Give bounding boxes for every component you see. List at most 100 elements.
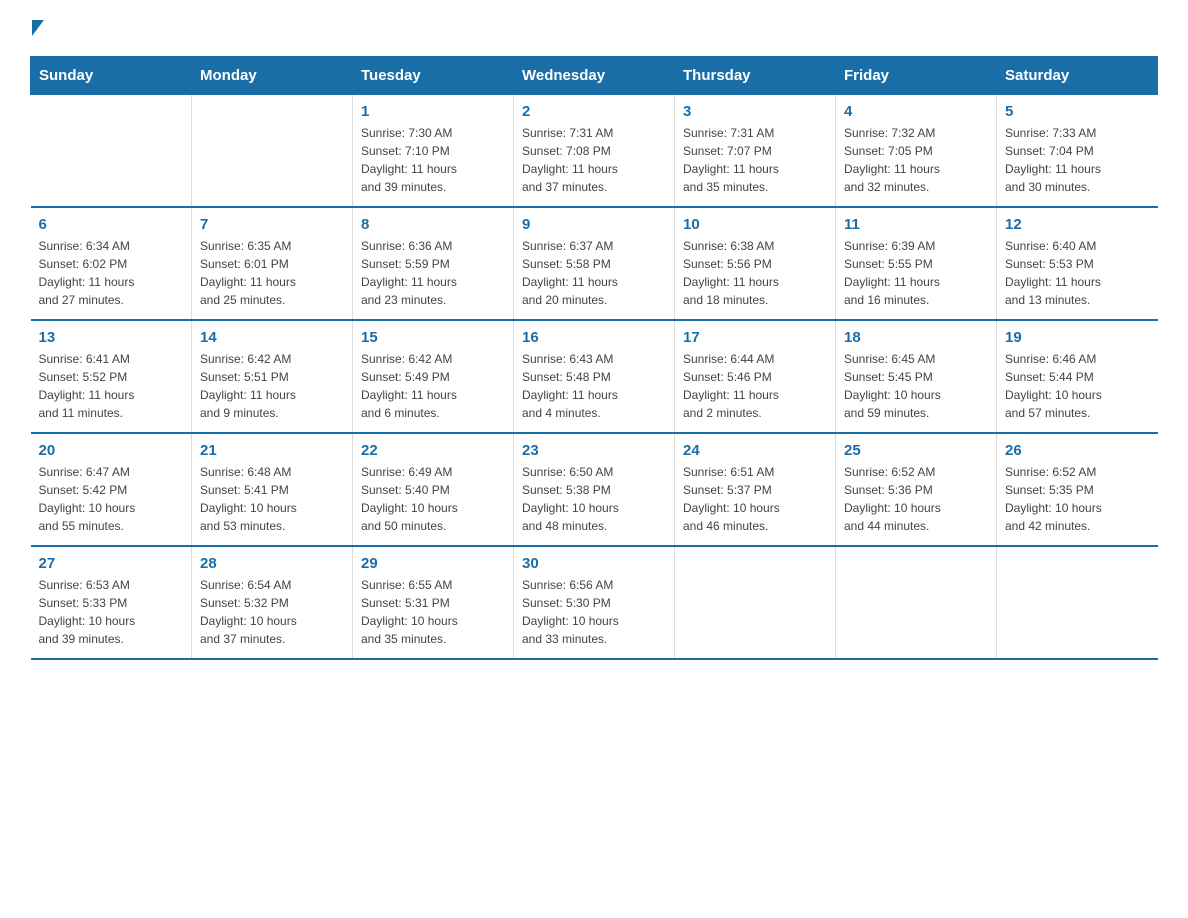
calendar-cell: 24Sunrise: 6:51 AMSunset: 5:37 PMDayligh…	[675, 433, 836, 546]
calendar-cell: 6 Sunrise: 6:34 AMSunset: 6:02 PMDaylight…	[31, 207, 192, 320]
calendar-cell: 22 Sunrise: 6:49 AMSunset: 5:40 PMDayligh…	[353, 433, 514, 546]
page-header	[30, 20, 1158, 40]
calendar-cell	[192, 95, 353, 208]
day-number: 4	[844, 103, 988, 120]
calendar-cell: 5 Sunrise: 7:33 AMSunset: 7:04 PMDaylight…	[997, 95, 1158, 208]
day-number: 23	[522, 442, 666, 459]
calendar-cell: 8 Sunrise: 6:36 AMSunset: 5:59 PMDaylight…	[353, 207, 514, 320]
calendar-cell: 2Sunrise: 7:31 AMSunset: 7:08 PMDaylight…	[514, 95, 675, 208]
day-info: Sunrise: 6:41 AMSunset: 5:52 PMDaylight:…	[39, 350, 184, 422]
calendar-cell: 19 Sunrise: 6:46 AMSunset: 5:44 PMDayligh…	[997, 320, 1158, 433]
day-number: 21	[200, 442, 344, 459]
calendar-cell: 9Sunrise: 6:37 AMSunset: 5:58 PMDaylight…	[514, 207, 675, 320]
calendar-cell: 7 Sunrise: 6:35 AMSunset: 6:01 PMDaylight…	[192, 207, 353, 320]
day-number: 9	[522, 216, 666, 233]
calendar-cell: 4 Sunrise: 7:32 AMSunset: 7:05 PMDaylight…	[836, 95, 997, 208]
day-info: Sunrise: 6:46 AMSunset: 5:44 PMDaylight:…	[1005, 350, 1150, 422]
day-number: 7	[200, 216, 344, 233]
calendar-cell: 26Sunrise: 6:52 AMSunset: 5:35 PMDayligh…	[997, 433, 1158, 546]
day-number: 19	[1005, 329, 1150, 346]
calendar-cell: 20 Sunrise: 6:47 AMSunset: 5:42 PMDayligh…	[31, 433, 192, 546]
day-number: 15	[361, 329, 505, 346]
day-info: Sunrise: 6:39 AMSunset: 5:55 PMDaylight:…	[844, 237, 988, 309]
calendar-cell	[31, 95, 192, 208]
day-info: Sunrise: 6:44 AMSunset: 5:46 PMDaylight:…	[683, 350, 827, 422]
calendar-week-row: 27Sunrise: 6:53 AMSunset: 5:33 PMDayligh…	[31, 546, 1158, 659]
calendar-cell: 28 Sunrise: 6:54 AMSunset: 5:32 PMDayligh…	[192, 546, 353, 659]
day-number: 6	[39, 216, 184, 233]
day-number: 5	[1005, 103, 1150, 120]
day-header-friday: Friday	[836, 57, 997, 95]
calendar-week-row: 20 Sunrise: 6:47 AMSunset: 5:42 PMDayligh…	[31, 433, 1158, 546]
calendar-cell: 16 Sunrise: 6:43 AMSunset: 5:48 PMDayligh…	[514, 320, 675, 433]
day-number: 16	[522, 329, 666, 346]
day-number: 28	[200, 555, 344, 572]
day-header-monday: Monday	[192, 57, 353, 95]
day-header-thursday: Thursday	[675, 57, 836, 95]
day-info: Sunrise: 6:42 AMSunset: 5:51 PMDaylight:…	[200, 350, 344, 422]
calendar-table: SundayMondayTuesdayWednesdayThursdayFrid…	[30, 56, 1158, 660]
day-info: Sunrise: 6:40 AMSunset: 5:53 PMDaylight:…	[1005, 237, 1150, 309]
calendar-week-row: 6 Sunrise: 6:34 AMSunset: 6:02 PMDaylight…	[31, 207, 1158, 320]
calendar-cell: 17 Sunrise: 6:44 AMSunset: 5:46 PMDayligh…	[675, 320, 836, 433]
day-info: Sunrise: 6:45 AMSunset: 5:45 PMDaylight:…	[844, 350, 988, 422]
day-number: 3	[683, 103, 827, 120]
day-header-wednesday: Wednesday	[514, 57, 675, 95]
day-number: 14	[200, 329, 344, 346]
day-info: Sunrise: 6:43 AMSunset: 5:48 PMDaylight:…	[522, 350, 666, 422]
calendar-cell	[997, 546, 1158, 659]
day-info: Sunrise: 6:34 AMSunset: 6:02 PMDaylight:…	[39, 237, 184, 309]
calendar-cell: 1 Sunrise: 7:30 AMSunset: 7:10 PMDaylight…	[353, 95, 514, 208]
day-number: 27	[39, 555, 184, 572]
day-number: 17	[683, 329, 827, 346]
day-number: 13	[39, 329, 184, 346]
day-info: Sunrise: 6:50 AMSunset: 5:38 PMDaylight:…	[522, 463, 666, 535]
day-info: Sunrise: 7:32 AMSunset: 7:05 PMDaylight:…	[844, 124, 988, 196]
day-number: 10	[683, 216, 827, 233]
day-header-tuesday: Tuesday	[353, 57, 514, 95]
day-number: 30	[522, 555, 666, 572]
calendar-cell: 29 Sunrise: 6:55 AMSunset: 5:31 PMDayligh…	[353, 546, 514, 659]
day-number: 1	[361, 103, 505, 120]
logo-flag-icon	[32, 20, 44, 36]
calendar-cell: 11 Sunrise: 6:39 AMSunset: 5:55 PMDayligh…	[836, 207, 997, 320]
day-info: Sunrise: 7:30 AMSunset: 7:10 PMDaylight:…	[361, 124, 505, 196]
calendar-cell	[836, 546, 997, 659]
calendar-cell: 27Sunrise: 6:53 AMSunset: 5:33 PMDayligh…	[31, 546, 192, 659]
calendar-cell: 12 Sunrise: 6:40 AMSunset: 5:53 PMDayligh…	[997, 207, 1158, 320]
day-info: Sunrise: 6:49 AMSunset: 5:40 PMDaylight:…	[361, 463, 505, 535]
calendar-cell: 10 Sunrise: 6:38 AMSunset: 5:56 PMDayligh…	[675, 207, 836, 320]
calendar-cell	[675, 546, 836, 659]
day-header-saturday: Saturday	[997, 57, 1158, 95]
day-info: Sunrise: 6:35 AMSunset: 6:01 PMDaylight:…	[200, 237, 344, 309]
day-number: 24	[683, 442, 827, 459]
day-number: 22	[361, 442, 505, 459]
calendar-cell: 18 Sunrise: 6:45 AMSunset: 5:45 PMDayligh…	[836, 320, 997, 433]
day-info: Sunrise: 6:56 AMSunset: 5:30 PMDaylight:…	[522, 576, 666, 648]
calendar-cell: 30 Sunrise: 6:56 AMSunset: 5:30 PMDayligh…	[514, 546, 675, 659]
day-info: Sunrise: 6:48 AMSunset: 5:41 PMDaylight:…	[200, 463, 344, 535]
calendar-cell: 13 Sunrise: 6:41 AMSunset: 5:52 PMDayligh…	[31, 320, 192, 433]
day-number: 12	[1005, 216, 1150, 233]
day-info: Sunrise: 6:55 AMSunset: 5:31 PMDaylight:…	[361, 576, 505, 648]
day-info: Sunrise: 6:47 AMSunset: 5:42 PMDaylight:…	[39, 463, 184, 535]
day-number: 11	[844, 216, 988, 233]
day-number: 8	[361, 216, 505, 233]
day-info: Sunrise: 6:36 AMSunset: 5:59 PMDaylight:…	[361, 237, 505, 309]
day-info: Sunrise: 6:38 AMSunset: 5:56 PMDaylight:…	[683, 237, 827, 309]
calendar-cell: 25Sunrise: 6:52 AMSunset: 5:36 PMDayligh…	[836, 433, 997, 546]
day-number: 25	[844, 442, 988, 459]
day-header-sunday: Sunday	[31, 57, 192, 95]
day-info: Sunrise: 7:31 AMSunset: 7:08 PMDaylight:…	[522, 124, 666, 196]
day-number: 20	[39, 442, 184, 459]
day-info: Sunrise: 6:54 AMSunset: 5:32 PMDaylight:…	[200, 576, 344, 648]
logo	[30, 20, 44, 40]
calendar-cell: 23 Sunrise: 6:50 AMSunset: 5:38 PMDayligh…	[514, 433, 675, 546]
day-info: Sunrise: 7:33 AMSunset: 7:04 PMDaylight:…	[1005, 124, 1150, 196]
calendar-header-row: SundayMondayTuesdayWednesdayThursdayFrid…	[31, 57, 1158, 95]
day-number: 18	[844, 329, 988, 346]
day-info: Sunrise: 6:52 AMSunset: 5:35 PMDaylight:…	[1005, 463, 1150, 535]
day-number: 29	[361, 555, 505, 572]
day-info: Sunrise: 7:31 AMSunset: 7:07 PMDaylight:…	[683, 124, 827, 196]
calendar-cell: 14 Sunrise: 6:42 AMSunset: 5:51 PMDayligh…	[192, 320, 353, 433]
